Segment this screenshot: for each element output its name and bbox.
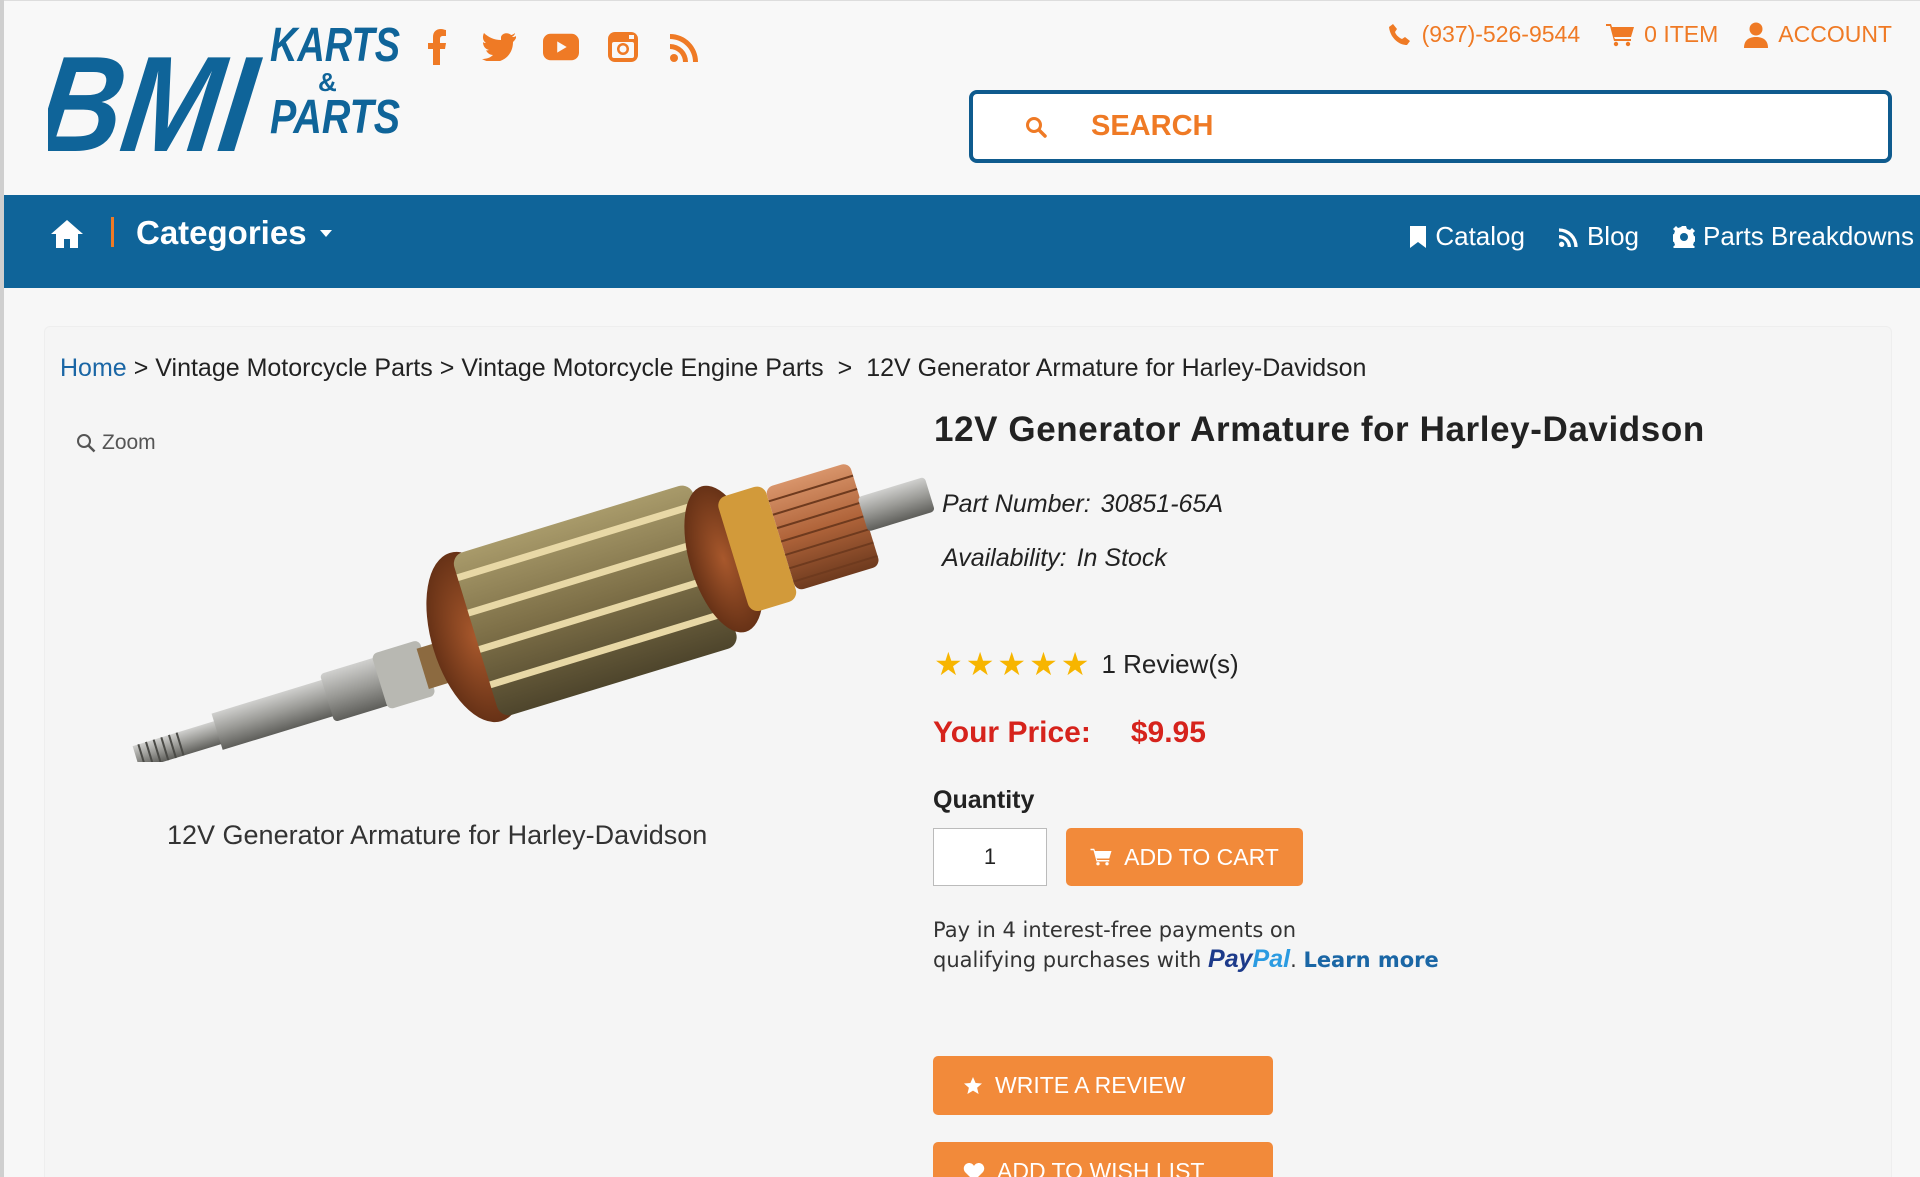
- star-icon: [964, 1076, 982, 1094]
- nav-link-label: Blog: [1586, 221, 1640, 251]
- product-title: 12V Generator Armature for Harley-Davids…: [934, 410, 1705, 449]
- logo-parts-text: PARTS: [270, 91, 400, 144]
- star-icon: ★: [934, 646, 963, 682]
- image-caption: 12V Generator Armature for Harley-Davids…: [167, 820, 708, 850]
- zoom-control[interactable]: Zoom: [76, 431, 156, 455]
- search-input[interactable]: [1091, 110, 1791, 143]
- cart-link[interactable]: 0 ITEM: [1606, 21, 1718, 48]
- breadcrumb-separator: >: [133, 354, 149, 382]
- breadcrumb-separator: >: [439, 354, 455, 382]
- product-rating: ★ ★ ★ ★ ★ 1 Review(s): [934, 648, 1239, 680]
- header-contact: (937)-526-9544 0 ITEM ACCOUNT: [1388, 21, 1892, 48]
- instagram-icon[interactable]: [605, 27, 641, 67]
- bookmark-icon: [1410, 225, 1427, 248]
- write-review-label: WRITE A REVIEW: [995, 1072, 1186, 1098]
- breadcrumb-separator: >: [837, 354, 853, 382]
- site-header: BMI KARTS & PARTS (937)-526-9544 0 ITEM …: [4, 0, 1920, 195]
- caret-down-icon: [319, 230, 332, 237]
- quantity-label: Quantity: [933, 786, 1035, 814]
- heart-icon: [963, 1162, 985, 1177]
- product-image[interactable]: [96, 432, 946, 762]
- star-icon: ★: [1029, 646, 1058, 682]
- paypal-line-2-text: qualifying purchases with: [933, 948, 1202, 972]
- star-icon: ★: [1060, 646, 1090, 682]
- add-to-cart-label: ADD TO CART: [1124, 843, 1279, 870]
- breadcrumb-current: 12V Generator Armature for Harley-Davids…: [866, 354, 1367, 382]
- logo-karts-text: KARTS: [270, 19, 400, 72]
- gear-icon: [1673, 225, 1696, 248]
- reviews-link[interactable]: 1 Review(s): [1101, 649, 1238, 680]
- youtube-icon[interactable]: [543, 27, 579, 67]
- page: BMI KARTS & PARTS (937)-526-9544 0 ITEM …: [0, 0, 1920, 1177]
- cart-count: 0 ITEM: [1644, 21, 1719, 47]
- facebook-icon[interactable]: [419, 27, 455, 67]
- breadcrumb-home[interactable]: Home: [60, 354, 127, 382]
- paypal-message: Pay in 4 interest-free payments on quali…: [933, 916, 1439, 975]
- part-number-row: Part Number: 30851-65A: [942, 490, 1223, 519]
- part-number-label: Part Number:: [942, 490, 1091, 518]
- main-nav: Categories Catalog Blog Parts Breakdowns: [4, 195, 1920, 288]
- categories-dropdown[interactable]: Categories: [136, 214, 333, 252]
- twitter-icon[interactable]: [481, 27, 517, 67]
- phone-number: (937)-526-9544: [1421, 21, 1581, 47]
- write-review-button[interactable]: WRITE A REVIEW: [933, 1056, 1273, 1115]
- magnifier-icon: [77, 434, 96, 453]
- logo-bmi-text: BMI: [48, 28, 268, 163]
- star-icon: ★: [997, 646, 1027, 682]
- add-to-wish-list-label: ADD TO WISH LIST: [997, 1158, 1205, 1177]
- nav-links: Catalog Blog Parts Breakdowns: [1409, 221, 1914, 252]
- search-icon[interactable]: [1025, 116, 1055, 138]
- nav-divider: [111, 217, 114, 247]
- bmi-logo[interactable]: BMI KARTS & PARTS: [48, 15, 408, 163]
- add-to-cart-button[interactable]: ADD TO CART: [1066, 828, 1303, 886]
- cart-icon: [1090, 848, 1112, 866]
- cart-icon: [1606, 23, 1635, 46]
- add-to-wish-list-button[interactable]: ADD TO WISH LIST: [933, 1142, 1273, 1177]
- breadcrumb-engine-parts[interactable]: Vintage Motorcycle Engine Parts: [461, 354, 823, 382]
- zoom-label: Zoom: [102, 431, 156, 454]
- paypal-line-1: Pay in 4 interest-free payments on: [933, 918, 1297, 942]
- price-row: Your Price: $9.95: [933, 716, 1206, 750]
- price-value: $9.95: [1130, 716, 1206, 749]
- paypal-dot: .: [1290, 948, 1297, 972]
- availability-label: Availability:: [942, 544, 1067, 572]
- availability-value: In Stock: [1076, 544, 1167, 572]
- nav-link-label: Parts Breakdowns: [1703, 221, 1914, 251]
- nav-link-parts-breakdowns[interactable]: Parts Breakdowns: [1673, 221, 1914, 252]
- quantity-input[interactable]: [933, 828, 1047, 886]
- social-links: [419, 27, 703, 67]
- paypal-logo: PayPal: [1208, 945, 1291, 973]
- account-link[interactable]: ACCOUNT: [1744, 21, 1892, 48]
- phone-link[interactable]: (937)-526-9544: [1388, 21, 1581, 48]
- rss-icon[interactable]: [667, 27, 703, 67]
- learn-more-link[interactable]: Learn more: [1303, 948, 1438, 972]
- home-icon[interactable]: [50, 217, 84, 251]
- availability-row: Availability: In Stock: [942, 544, 1167, 573]
- part-number-value: 30851-65A: [1100, 490, 1223, 518]
- star-icon: ★: [965, 646, 995, 682]
- user-icon: [1744, 22, 1769, 48]
- price-label: Your Price:: [933, 716, 1091, 749]
- nav-link-blog[interactable]: Blog: [1558, 221, 1640, 252]
- rss-icon: [1558, 227, 1578, 247]
- breadcrumb: Home > Vintage Motorcycle Parts > Vintage Mo…: [60, 354, 1366, 383]
- account-label: ACCOUNT: [1778, 21, 1892, 47]
- breadcrumb-vintage-parts[interactable]: Vintage Motorcycle Parts: [155, 354, 432, 382]
- paypal-line-2: qualifying purchases with PayPal. Learn …: [933, 945, 1439, 975]
- nav-link-catalog[interactable]: Catalog: [1409, 221, 1525, 252]
- categories-label: Categories: [136, 214, 307, 251]
- rating-stars: ★ ★ ★ ★ ★: [934, 648, 1089, 680]
- phone-icon: [1388, 23, 1410, 45]
- search-bar: [969, 90, 1892, 163]
- nav-link-label: Catalog: [1435, 221, 1525, 251]
